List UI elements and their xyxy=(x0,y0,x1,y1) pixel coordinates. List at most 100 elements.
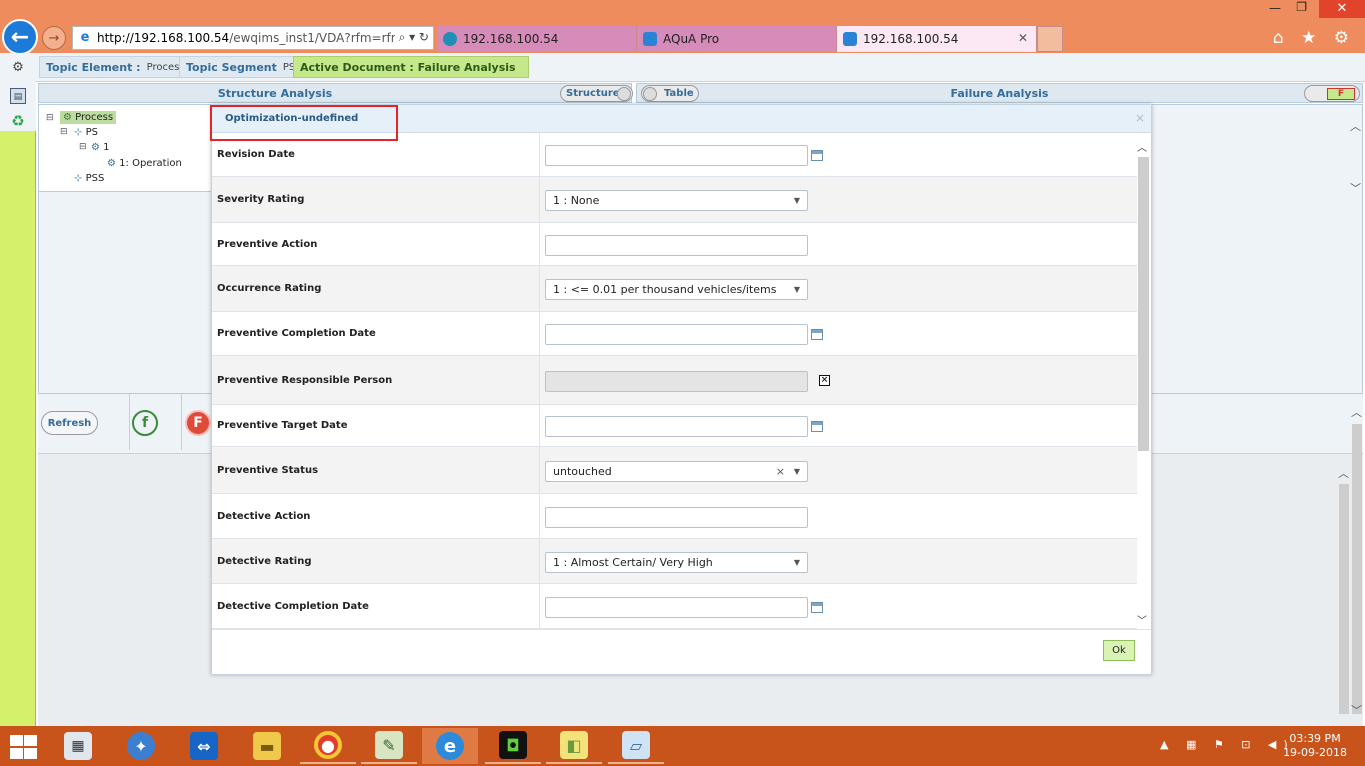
browser-tab-2[interactable]: AQuA Pro xyxy=(637,26,837,52)
clock[interactable]: 03:39 PM 19-09-2018 xyxy=(1283,732,1347,760)
tree-node-1[interactable]: ⚙ 1 xyxy=(91,142,110,153)
table-toggle-label: Table xyxy=(664,88,694,99)
settings-gear-icon[interactable]: ⚙ xyxy=(10,60,26,76)
person-picker-icon[interactable]: × xyxy=(819,374,830,386)
function-icon[interactable]: f xyxy=(132,410,158,436)
date-input[interactable] xyxy=(545,145,808,166)
select-dropdown[interactable]: untouched ▼ × xyxy=(545,460,808,482)
snip-taskbar-item[interactable]: ◘ xyxy=(485,728,541,764)
collapse-icon[interactable]: ⊟ xyxy=(60,127,68,137)
collapse-icon[interactable]: ⊟ xyxy=(46,113,54,123)
tree-node-process[interactable]: ⚙ Process xyxy=(60,111,117,124)
file-explorer-taskbar-item[interactable]: ▬ xyxy=(239,728,295,764)
dropdown-arrow-icon[interactable]: ▼ xyxy=(794,285,800,294)
notes-taskbar-item[interactable]: ▱ xyxy=(608,728,664,764)
url-host: http://192.168.100.54 xyxy=(97,31,230,45)
internet-explorer-icon: e xyxy=(436,732,464,760)
internet-explorer-taskbar-item[interactable]: e xyxy=(422,728,478,764)
select-dropdown[interactable]: 1 : Almost Certain/ Very High ▼ xyxy=(545,551,808,573)
structure-toggle[interactable]: Structure xyxy=(560,85,633,102)
dialog-scrollbar[interactable]: ︿ ﹀ xyxy=(1137,139,1150,627)
calendar-icon[interactable] xyxy=(811,329,823,340)
text-input[interactable] xyxy=(545,506,808,528)
tab-close-icon[interactable]: ✕ xyxy=(1018,31,1028,45)
column-divider xyxy=(539,494,540,539)
tree-node-ps[interactable]: ⊹ PS xyxy=(74,127,98,138)
system-tray-icons[interactable]: ▲ ▦ ⚑ ⊡ ◀) xyxy=(1160,738,1295,751)
restore-button[interactable]: ❐ xyxy=(1296,0,1307,14)
scroll-down-icon[interactable]: ﹀ xyxy=(1350,180,1362,196)
topic-segment-label: Topic Segment xyxy=(186,60,277,74)
dropdown-arrow-icon[interactable]: ▼ xyxy=(794,196,800,205)
failure-toggle[interactable]: F xyxy=(1304,85,1360,102)
text-input[interactable] xyxy=(545,234,808,256)
home-favorites-settings-icons[interactable]: ⌂ ★ ⚙ xyxy=(1273,28,1355,48)
scroll-down-icon[interactable]: ﹀ xyxy=(1351,702,1363,718)
failure-icon[interactable]: F xyxy=(185,410,211,436)
topic-segment-chip[interactable]: Topic Segment PS xyxy=(179,56,303,78)
calendar-icon[interactable] xyxy=(811,421,823,432)
screen-icon[interactable]: ▤ xyxy=(10,88,26,104)
scrollbar-thumb[interactable] xyxy=(1339,484,1349,714)
scroll-up-icon[interactable]: ︿ xyxy=(1338,465,1350,481)
calendar-icon[interactable] xyxy=(811,601,823,613)
toolbar-divider xyxy=(181,394,182,450)
scrollbar-thumb[interactable] xyxy=(1138,157,1149,451)
form-row: Detective Rating 1 : Almost Certain/ Very… xyxy=(212,539,1137,584)
toggle-knob-icon xyxy=(643,87,657,101)
dropdown-arrow-icon[interactable]: ▼ xyxy=(794,467,800,476)
green-app-icon: ◘ xyxy=(499,731,527,759)
ok-button[interactable]: Ok xyxy=(1103,640,1135,661)
left-sidebar: ⚙ ▤ ♻ xyxy=(0,53,36,726)
back-button[interactable]: ← xyxy=(2,19,38,55)
refresh-button[interactable]: Refresh xyxy=(41,411,98,435)
scroll-up-icon[interactable]: ︿ xyxy=(1350,118,1362,134)
tree-node-pss[interactable]: ⊹ PSS xyxy=(74,173,104,184)
scrollbar-thumb[interactable] xyxy=(1352,424,1362,714)
structure-toggle-label: Structure xyxy=(566,88,620,99)
tree-node-operation[interactable]: ⚙ 1: Operation xyxy=(107,158,182,169)
topic-element-chip[interactable]: Topic Element : Process xyxy=(39,56,192,78)
window-close-button[interactable]: ✕ xyxy=(1319,0,1365,18)
calendar-icon[interactable] xyxy=(811,150,823,161)
scroll-up-icon[interactable]: ︿ xyxy=(1351,404,1363,420)
active-document-chip[interactable]: Active Document : Failure Analysis xyxy=(293,56,529,78)
address-bar[interactable]: e http://192.168.100.54/ewqims_inst1/VDA… xyxy=(72,26,434,50)
calculator-taskbar-item[interactable]: ▦ xyxy=(50,728,106,764)
person-input[interactable] xyxy=(545,370,808,392)
select-dropdown[interactable]: 1 : None ▼ xyxy=(545,190,808,211)
form-row: Revision Date xyxy=(212,133,1137,177)
scroll-up-icon[interactable]: ︿ xyxy=(1137,139,1147,154)
clear-icon[interactable]: × xyxy=(776,465,785,478)
minimize-button[interactable]: — xyxy=(1269,1,1281,15)
teamviewer-icon: ⇔ xyxy=(190,732,218,760)
collapse-icon[interactable]: ⊟ xyxy=(79,142,87,152)
address-tools[interactable]: ⌕ ▾ ↻ xyxy=(394,30,429,45)
select-dropdown[interactable]: 1 : <= 0.01 per thousand vehicles/items ▼ xyxy=(545,279,808,300)
forward-button[interactable]: → xyxy=(42,26,66,50)
ie-tab-icon xyxy=(643,32,657,46)
table-toggle[interactable]: Table xyxy=(641,85,699,102)
notepad-taskbar-item[interactable]: ✎ xyxy=(361,728,417,764)
browser-tab-3-active[interactable]: 192.168.100.54 ✕ xyxy=(837,26,1037,52)
date-input[interactable] xyxy=(545,416,808,437)
column-divider xyxy=(539,539,540,584)
structure-analysis-header: Structure Analysis Structure xyxy=(38,83,633,103)
date-input[interactable] xyxy=(545,596,808,618)
structure-node-icon: ⊹ xyxy=(74,173,83,184)
new-tab-button[interactable] xyxy=(1037,26,1063,52)
date-input[interactable] xyxy=(545,324,808,345)
chrome-taskbar-item[interactable]: ● xyxy=(300,728,356,764)
sticky-notes-taskbar-item[interactable]: ◧ xyxy=(546,728,602,764)
scroll-down-icon[interactable]: ﹀ xyxy=(1137,612,1147,627)
windows-start-icon[interactable] xyxy=(8,734,38,760)
browser-title-bar: ← → e http://192.168.100.54/ewqims_inst1… xyxy=(0,0,1365,55)
recycle-icon[interactable]: ♻ xyxy=(10,113,26,129)
process-gear-icon: ⚙ xyxy=(63,112,72,123)
teamviewer-taskbar-item[interactable]: ⇔ xyxy=(176,728,232,764)
safari-taskbar-item[interactable]: ✦ xyxy=(113,728,169,764)
browser-tab-1[interactable]: 192.168.100.54 xyxy=(437,26,637,52)
dropdown-arrow-icon[interactable]: ▼ xyxy=(794,558,800,567)
dialog-close-icon[interactable]: × xyxy=(1135,111,1145,125)
ie-tab-icon xyxy=(843,32,857,46)
